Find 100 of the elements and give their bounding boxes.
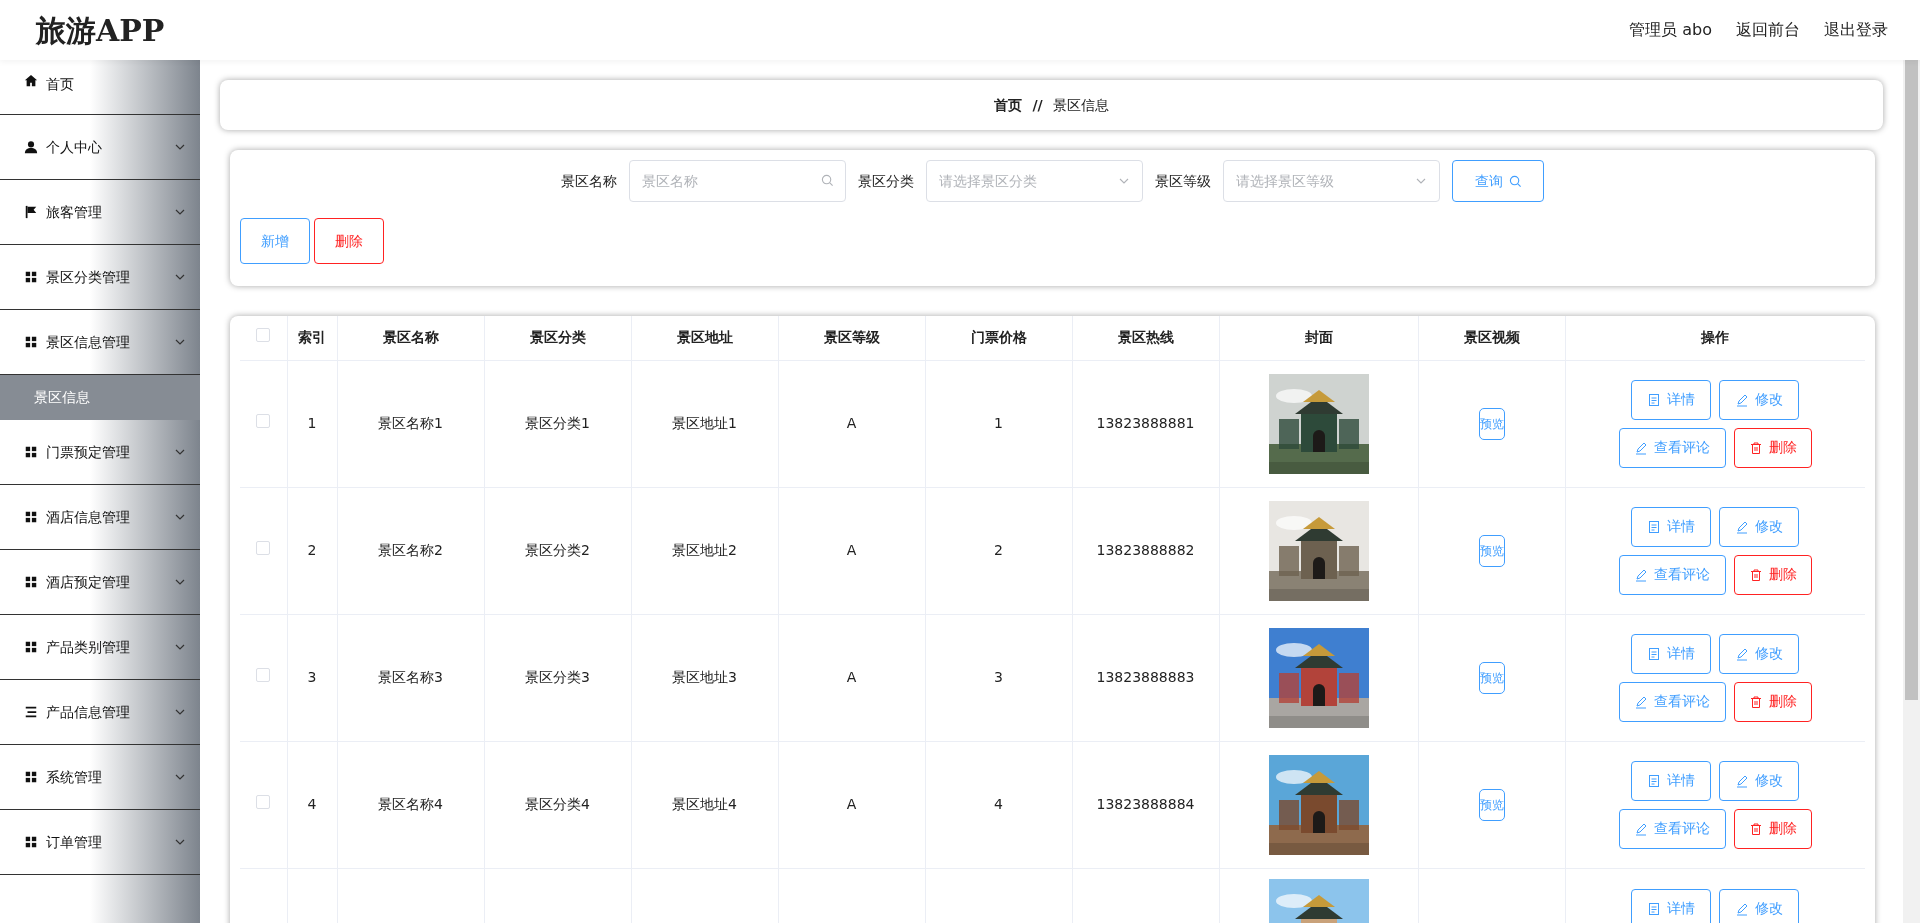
user-icon: [24, 140, 38, 154]
document-icon: [1647, 901, 1662, 916]
pencil-icon: [1735, 901, 1750, 916]
table-cell: 景区地址1: [672, 415, 737, 431]
search-icon: [821, 174, 834, 187]
home-icon: [24, 74, 38, 88]
pencil-icon: [1634, 567, 1649, 582]
row-checkbox[interactable]: [256, 541, 271, 555]
document-icon: [1647, 646, 1662, 661]
table-cell: 景区名称1: [378, 415, 443, 431]
table-cell: 13823888883: [1096, 669, 1195, 685]
table-cell: 景区分类3: [525, 669, 590, 685]
table-cell: 13823888882: [1096, 542, 1195, 558]
pencil-icon: [1634, 440, 1649, 455]
row-checkbox[interactable]: [256, 668, 271, 682]
edit-button[interactable]: 修改: [1719, 760, 1800, 801]
table-cell: 13823888884: [1096, 796, 1195, 812]
scrollbar-thumb[interactable]: [1905, 60, 1918, 700]
table-cell: A: [846, 669, 857, 685]
table-cell: 4: [307, 796, 317, 812]
preview-button[interactable]: 预览: [1478, 788, 1505, 821]
select-all-checkbox[interactable]: [256, 328, 271, 343]
select-field[interactable]: 请选择景区等级: [1223, 160, 1440, 202]
table-cell: 4: [994, 796, 1003, 812]
grid-icon: [24, 575, 38, 589]
detail-button[interactable]: 详情: [1631, 633, 1712, 674]
column-header: 景区地址: [676, 329, 733, 346]
view-comments-button[interactable]: 查看评论: [1618, 681, 1726, 722]
header-link[interactable]: 管理员 abo: [1629, 18, 1712, 42]
header-link[interactable]: 退出登录: [1824, 18, 1888, 42]
query-button[interactable]: 查询: [1452, 160, 1544, 202]
sidebar-subitem[interactable]: 景区信息: [0, 375, 200, 420]
document-icon: [1647, 392, 1662, 407]
row-checkbox[interactable]: [256, 795, 271, 809]
document-icon: [1647, 519, 1662, 534]
preview-button[interactable]: 预览: [1478, 661, 1505, 694]
delete-button[interactable]: 删除: [1733, 681, 1812, 722]
table-cell: 2: [994, 542, 1003, 558]
delete-button[interactable]: 删除: [1733, 808, 1812, 849]
table-cell: 2: [307, 542, 317, 558]
row-checkbox[interactable]: [256, 414, 271, 428]
field-label: 景区等级: [1155, 171, 1211, 191]
table-cell: 景区地址4: [672, 796, 737, 812]
delete-button[interactable]: 删除: [1733, 427, 1812, 468]
grid-icon: [24, 335, 38, 349]
grid-icon: [24, 770, 38, 784]
field-label: 景区分类: [858, 171, 914, 191]
edit-button[interactable]: 修改: [1719, 633, 1800, 674]
preview-button[interactable]: 预览: [1478, 534, 1505, 567]
column-header: 景区分类: [529, 329, 586, 346]
table-cell: 景区分类1: [525, 415, 590, 431]
list-icon: [24, 705, 38, 719]
table-cell: 景区分类2: [525, 542, 590, 558]
grid-icon: [24, 270, 38, 284]
breadcrumb-separator: //: [1032, 95, 1043, 115]
scrollbar[interactable]: [1903, 60, 1920, 923]
view-comments-button[interactable]: 查看评论: [1618, 554, 1726, 595]
edit-button[interactable]: 修改: [1719, 506, 1800, 547]
table-cell: A: [846, 415, 857, 431]
preview-button[interactable]: 预览: [1478, 407, 1505, 440]
pencil-icon: [1735, 392, 1750, 407]
view-comments-button[interactable]: 查看评论: [1618, 808, 1726, 849]
grid-icon: [24, 510, 38, 524]
trash-icon: [1748, 821, 1763, 836]
delete-button[interactable]: 删除: [314, 218, 384, 264]
document-icon: [1647, 773, 1662, 788]
edit-button[interactable]: 修改: [1719, 888, 1800, 923]
app-logo: 旅游APP: [36, 11, 165, 50]
column-header: 门票价格: [970, 329, 1027, 346]
delete-button[interactable]: 删除: [1733, 554, 1812, 595]
select-field[interactable]: 请选择景区分类: [926, 160, 1143, 202]
column-header: 景区热线: [1117, 329, 1174, 346]
search-field[interactable]: 景区名称: [629, 160, 846, 202]
field-label: 景区名称: [561, 171, 617, 191]
breadcrumb-item[interactable]: 首页: [994, 94, 1023, 116]
detail-button[interactable]: 详情: [1631, 506, 1712, 547]
column-header: 索引: [298, 329, 326, 346]
view-comments-button[interactable]: 查看评论: [1618, 427, 1726, 468]
pencil-icon: [1735, 646, 1750, 661]
edit-button[interactable]: 修改: [1719, 379, 1800, 420]
table-cell: 3: [994, 669, 1003, 685]
table-cell: 景区名称4: [378, 796, 443, 812]
header-link[interactable]: 返回前台: [1736, 18, 1800, 42]
detail-button[interactable]: 详情: [1631, 379, 1712, 420]
trash-icon: [1748, 440, 1763, 455]
table-cell: 景区名称3: [378, 669, 443, 685]
grid-icon: [24, 445, 38, 459]
grid-icon: [24, 835, 38, 849]
add-button[interactable]: 新增: [240, 218, 310, 264]
detail-button[interactable]: 详情: [1631, 760, 1712, 801]
table-cell: A: [846, 542, 857, 558]
column-header: 景区名称: [382, 329, 439, 346]
grid-icon: [24, 640, 38, 654]
column-header: 景区等级: [823, 329, 880, 346]
table-cell: 1: [307, 415, 317, 431]
breadcrumb-item: 景区信息: [1052, 95, 1109, 115]
table-cell: 3: [307, 669, 317, 685]
flag-icon: [24, 205, 38, 219]
table-cell: A: [846, 796, 857, 812]
detail-button[interactable]: 详情: [1631, 888, 1712, 923]
